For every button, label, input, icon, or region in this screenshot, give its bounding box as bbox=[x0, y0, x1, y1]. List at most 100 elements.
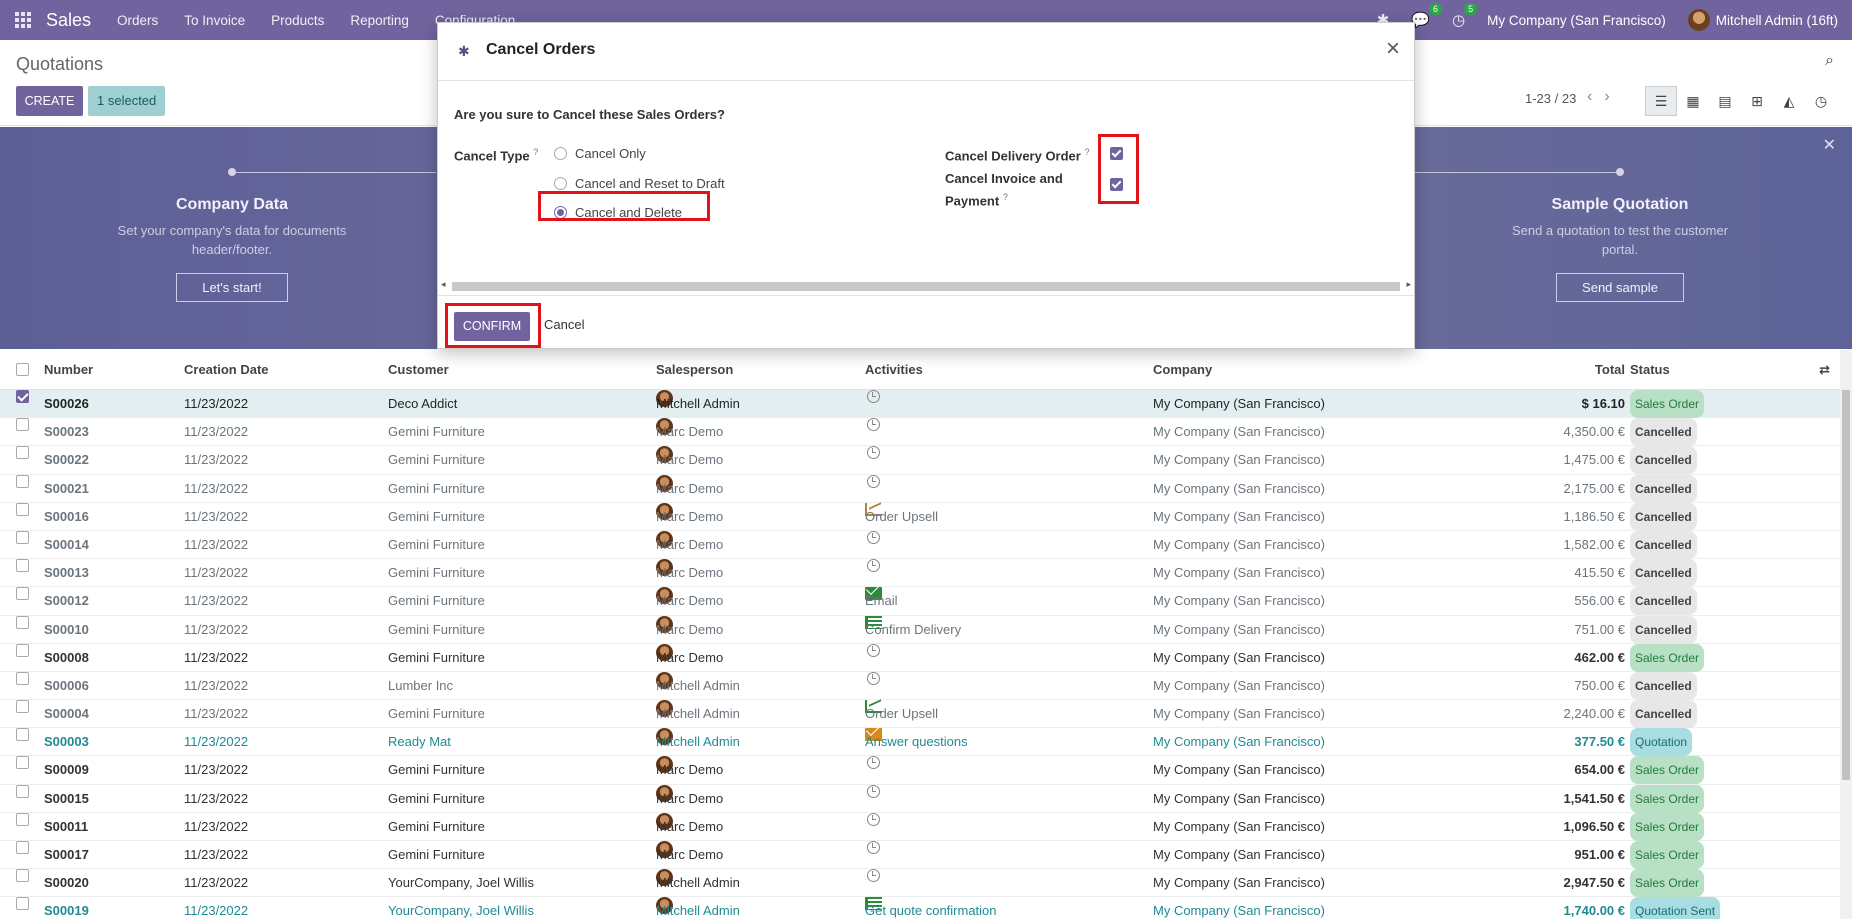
table-row[interactable]: S00011 11/23/2022 Gemini Furniture Marc Dem… bbox=[0, 812, 1852, 841]
table-row[interactable]: S00020 11/23/2022 YourCompany, Joel Willis… bbox=[0, 869, 1852, 898]
clock-icon[interactable] bbox=[867, 390, 880, 403]
activity-clock-icon[interactable]: ◷ 5 bbox=[1452, 3, 1478, 29]
table-row[interactable]: S00010 11/23/2022 Gemini Furniture Marc Dem… bbox=[0, 615, 1852, 644]
scrollbar-track[interactable] bbox=[452, 282, 1400, 291]
row-checkbox[interactable] bbox=[16, 446, 29, 460]
select-all-checkbox[interactable] bbox=[16, 363, 29, 376]
clock-icon[interactable] bbox=[867, 784, 880, 798]
col-customer[interactable]: Customer bbox=[388, 350, 449, 390]
clock-icon[interactable] bbox=[867, 671, 880, 685]
col-status[interactable]: Status bbox=[1630, 350, 1670, 390]
row-checkbox[interactable] bbox=[16, 502, 29, 516]
help-icon[interactable]: ? bbox=[1003, 192, 1008, 202]
table-row[interactable]: S00003 11/23/2022 Ready Mat Mitchell Admin A… bbox=[0, 728, 1852, 757]
radio-cancel-only[interactable]: Cancel Only bbox=[554, 146, 646, 161]
calendar-view-icon[interactable]: ▤ bbox=[1709, 86, 1741, 116]
menu-reporting[interactable]: Reporting bbox=[350, 13, 409, 28]
col-company[interactable]: Company bbox=[1153, 350, 1212, 390]
vertical-scrollbar[interactable] bbox=[1840, 350, 1852, 919]
menu-to-invoice[interactable]: To Invoice bbox=[184, 13, 245, 28]
lets-start-button[interactable]: Let's start! bbox=[176, 273, 288, 302]
row-checkbox[interactable] bbox=[16, 587, 29, 601]
list-view-icon[interactable]: ☰ bbox=[1645, 86, 1677, 116]
table-row[interactable]: S00026 11/23/2022 Deco Addict Mitchell Admi… bbox=[0, 390, 1852, 419]
row-checkbox[interactable] bbox=[16, 756, 29, 770]
row-checkbox[interactable] bbox=[16, 812, 29, 826]
row-checkbox[interactable] bbox=[16, 418, 29, 432]
row-checkbox[interactable] bbox=[16, 700, 29, 714]
selected-count-badge[interactable]: 1 selected bbox=[88, 86, 166, 116]
pager-value[interactable]: 1-23 / 23 bbox=[1525, 91, 1576, 106]
row-checkbox[interactable] bbox=[16, 390, 29, 403]
clock-icon[interactable] bbox=[867, 418, 880, 432]
clock-icon[interactable] bbox=[867, 446, 880, 460]
optional-columns-icon[interactable]: ⇄ bbox=[1819, 350, 1830, 390]
table-row[interactable]: S00023 11/23/2022 Gemini Furniture Marc Dem… bbox=[0, 418, 1852, 447]
scroll-right-icon[interactable]: ▸ bbox=[1406, 279, 1411, 290]
row-checkbox[interactable] bbox=[16, 869, 29, 883]
table-row[interactable]: S00013 11/23/2022 Gemini Furniture Marc Dem… bbox=[0, 559, 1852, 588]
pager-arrows[interactable]: ‹› bbox=[1587, 88, 1622, 106]
table-row[interactable]: S00015 11/23/2022 Gemini Furniture Marc Dem… bbox=[0, 784, 1852, 813]
table-row[interactable]: S00022 11/23/2022 Gemini Furniture Marc Dem… bbox=[0, 446, 1852, 475]
table-row[interactable]: S00016 11/23/2022 Gemini Furniture Marc Dem… bbox=[0, 502, 1852, 531]
horizontal-scrollbar[interactable]: ◂ ▸ bbox=[438, 279, 1414, 293]
graph-view-icon[interactable]: ◭ bbox=[1773, 86, 1805, 116]
clock-icon[interactable] bbox=[867, 756, 880, 770]
col-total[interactable]: Total bbox=[1595, 350, 1625, 390]
radio-button[interactable] bbox=[554, 177, 567, 190]
row-checkbox[interactable] bbox=[16, 671, 29, 685]
row-checkbox[interactable] bbox=[16, 841, 29, 854]
table-row[interactable]: S00006 11/23/2022 Lumber Inc Mitchell Admin… bbox=[0, 671, 1852, 701]
activity-view-icon[interactable]: ◷ bbox=[1805, 86, 1837, 116]
row-checkbox[interactable] bbox=[16, 897, 29, 911]
radio-cancel-reset-draft[interactable]: Cancel and Reset to Draft bbox=[554, 176, 725, 191]
table-row[interactable]: S00004 11/23/2022 Gemini Furniture Mitchell… bbox=[0, 700, 1852, 729]
user-menu[interactable]: Mitchell Admin (16ft) bbox=[1687, 9, 1838, 31]
menu-orders[interactable]: Orders bbox=[117, 13, 158, 28]
send-sample-button[interactable]: Send sample bbox=[1556, 273, 1684, 302]
app-menu-button[interactable] bbox=[0, 0, 46, 40]
clock-icon[interactable] bbox=[867, 643, 880, 657]
chevron-left-icon[interactable]: ‹ bbox=[1587, 88, 1604, 105]
clock-icon[interactable] bbox=[867, 530, 880, 544]
menu-products[interactable]: Products bbox=[271, 13, 324, 28]
create-button[interactable]: CREATE bbox=[16, 86, 83, 116]
clock-icon[interactable] bbox=[867, 559, 880, 573]
row-checkbox[interactable] bbox=[16, 784, 29, 798]
row-checkbox[interactable] bbox=[16, 728, 29, 742]
table-row[interactable]: S00008 11/23/2022 Gemini Furniture Marc Dem… bbox=[0, 643, 1852, 672]
col-creation-date[interactable]: Creation Date bbox=[184, 350, 269, 390]
table-row[interactable]: S00021 11/23/2022 Gemini Furniture Marc Dem… bbox=[0, 474, 1852, 503]
clock-icon[interactable] bbox=[867, 841, 880, 854]
row-checkbox[interactable] bbox=[16, 530, 29, 544]
clock-icon[interactable] bbox=[867, 812, 880, 826]
app-brand[interactable]: Sales bbox=[46, 10, 91, 31]
search-icon[interactable]: ⌕ bbox=[1825, 52, 1834, 70]
chevron-right-icon[interactable]: › bbox=[1604, 88, 1621, 105]
close-icon[interactable]: ✕ bbox=[1823, 135, 1836, 155]
table-row[interactable]: S00019 11/23/2022 YourCompany, Joel Willis… bbox=[0, 897, 1852, 919]
close-icon[interactable]: × bbox=[1386, 35, 1400, 63]
radio-button[interactable] bbox=[554, 147, 567, 160]
col-salesperson[interactable]: Salesperson bbox=[656, 350, 733, 390]
col-number[interactable]: Number bbox=[44, 350, 93, 390]
table-row[interactable]: S00012 11/23/2022 Gemini Furniture Marc Dem… bbox=[0, 587, 1852, 616]
scrollbar-thumb[interactable] bbox=[1842, 390, 1850, 780]
cancel-button[interactable]: Cancel bbox=[544, 317, 584, 332]
company-switcher[interactable]: My Company (San Francisco) bbox=[1487, 13, 1666, 28]
row-checkbox[interactable] bbox=[16, 643, 29, 657]
row-checkbox[interactable] bbox=[16, 559, 29, 573]
row-checkbox[interactable] bbox=[16, 615, 29, 629]
kanban-view-icon[interactable]: ▦ bbox=[1677, 86, 1709, 116]
table-row[interactable]: S00009 11/23/2022 Gemini Furniture Marc Dem… bbox=[0, 756, 1852, 785]
table-row[interactable]: S00017 11/23/2022 Gemini Furniture Marc Dem… bbox=[0, 841, 1852, 870]
pivot-view-icon[interactable]: ⊞ bbox=[1741, 86, 1773, 116]
col-activities[interactable]: Activities bbox=[865, 350, 923, 390]
scroll-left-icon[interactable]: ◂ bbox=[441, 279, 446, 290]
clock-icon[interactable] bbox=[867, 869, 880, 883]
table-row[interactable]: S00014 11/23/2022 Gemini Furniture Marc Dem… bbox=[0, 530, 1852, 560]
help-icon[interactable]: ? bbox=[533, 147, 538, 157]
clock-icon[interactable] bbox=[867, 474, 880, 488]
help-icon[interactable]: ? bbox=[1084, 147, 1089, 157]
